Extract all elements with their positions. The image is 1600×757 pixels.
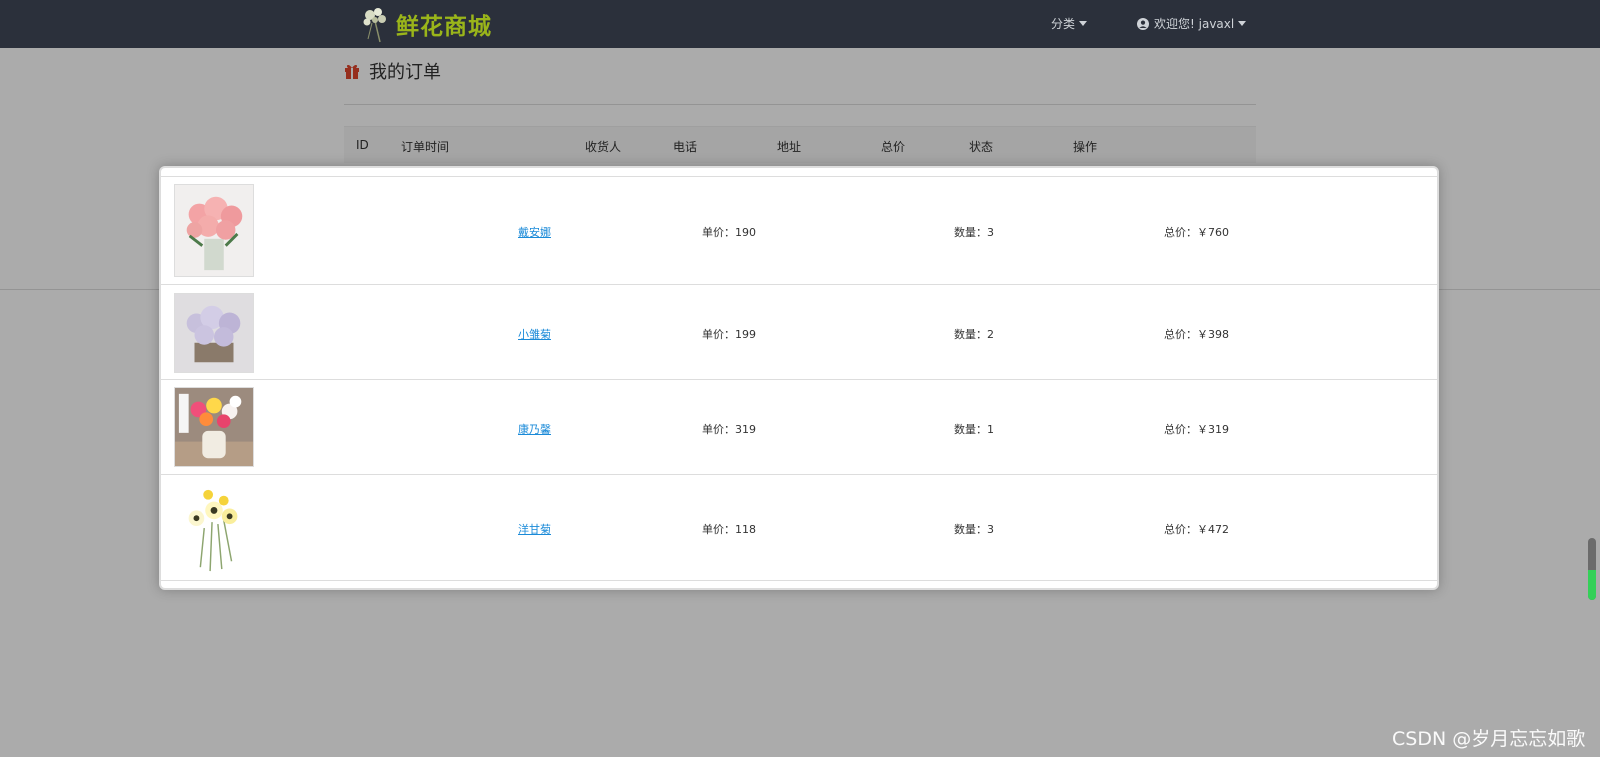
quantity: 数量：1	[954, 423, 994, 436]
user-greeting: 欢迎您! javaxl	[1154, 17, 1235, 31]
brand-name: 鲜花商城	[396, 14, 492, 40]
category-label: 分类	[1051, 17, 1076, 31]
order-item-row: 小雏菊 单价：199 数量：2 总价：￥398	[161, 284, 1437, 379]
product-name-link[interactable]: 戴安娜	[518, 224, 551, 240]
unit-price: 单价：118	[702, 523, 756, 536]
watermark-text: CSDN @岁月忘忘如歌	[1392, 728, 1586, 750]
flower-logo-icon	[363, 8, 386, 43]
item-total: 总价：￥760	[1164, 226, 1229, 239]
item-total: 总价：￥398	[1164, 328, 1229, 341]
product-image-purple-daisy	[174, 293, 254, 373]
scroll-indicator[interactable]	[1588, 538, 1596, 600]
item-total: 总价：￥319	[1164, 423, 1229, 436]
category-dropdown[interactable]: 分类	[1051, 15, 1088, 32]
top-navbar: 鲜花商城 分类 欢迎您! javaxl	[0, 0, 1600, 48]
quantity: 数量：2	[954, 328, 994, 341]
unit-price: 单价：319	[702, 423, 756, 436]
product-image-pink-rose	[174, 184, 254, 277]
product-image-carnation	[174, 387, 254, 467]
product-name-link[interactable]: 小雏菊	[518, 326, 551, 342]
order-item-row: 洋甘菊 单价：118 数量：3 总价：￥472	[161, 474, 1437, 581]
chevron-down-icon	[1238, 21, 1247, 26]
unit-price: 单价：190	[702, 226, 756, 239]
brand-logo[interactable]: 鲜花商城	[358, 4, 492, 44]
order-item-row: 康乃馨 单价：319 数量：1 总价：￥319	[161, 379, 1437, 474]
product-name-link[interactable]: 洋甘菊	[518, 521, 551, 537]
order-detail-modal: 戴安娜 单价：190 数量：3 总价：￥760 小雏菊 单价：199 数量：2 …	[159, 166, 1439, 590]
order-item-row: 戴安娜 单价：190 数量：3 总价：￥760	[161, 176, 1437, 284]
unit-price: 单价：199	[702, 328, 756, 341]
user-menu-dropdown[interactable]: 欢迎您! javaxl	[1137, 15, 1247, 32]
product-name-link[interactable]: 康乃馨	[518, 421, 551, 437]
item-total: 总价：￥472	[1164, 523, 1229, 536]
quantity: 数量：3	[954, 226, 994, 239]
product-image-chamomile	[174, 482, 254, 575]
quantity: 数量：3	[954, 523, 994, 536]
chevron-down-icon	[1079, 21, 1088, 26]
user-icon	[1137, 17, 1149, 30]
